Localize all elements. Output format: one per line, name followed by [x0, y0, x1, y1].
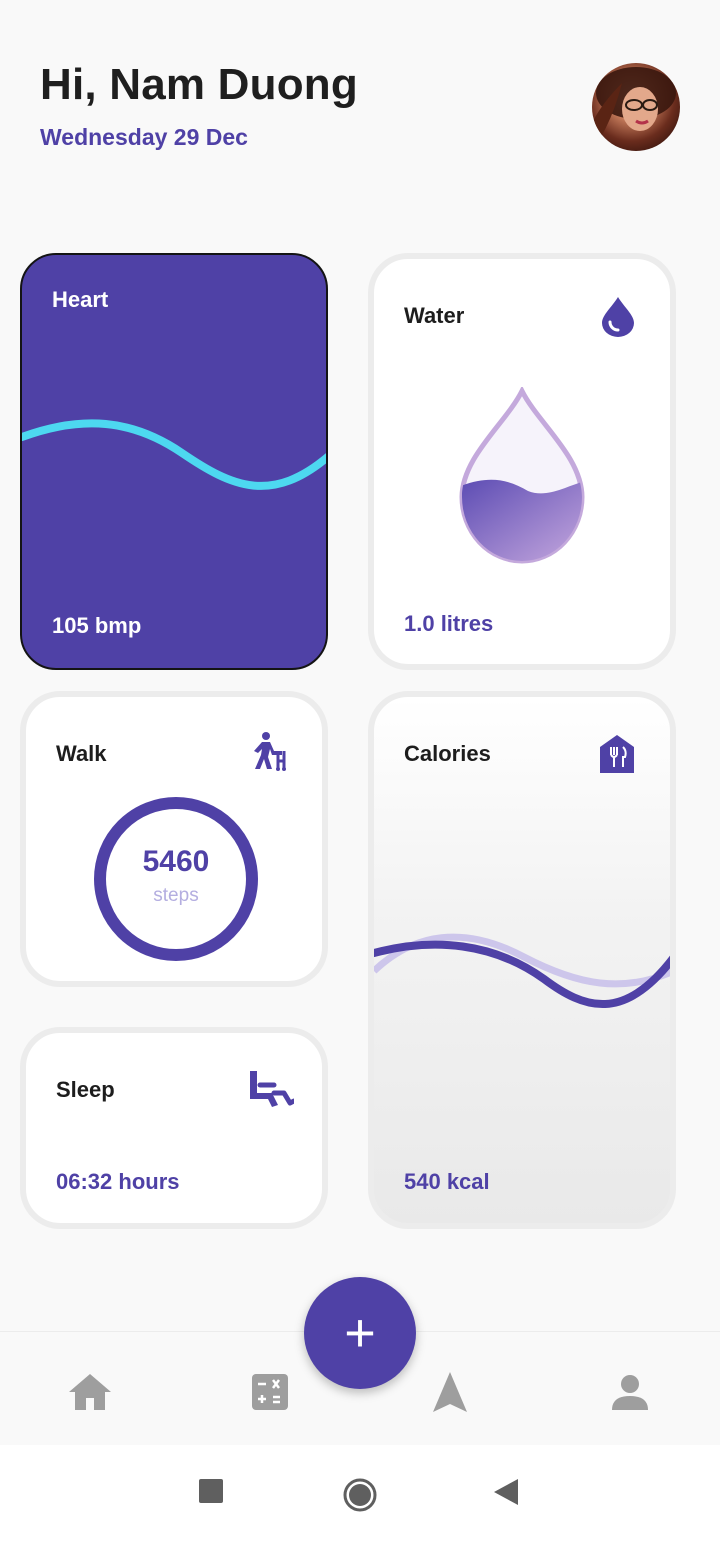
- avatar[interactable]: [592, 63, 680, 151]
- greeting-title: Hi, Nam Duong: [40, 60, 358, 109]
- nav-profile[interactable]: [608, 1370, 652, 1414]
- avatar-photo: [592, 67, 676, 151]
- nav-navigation[interactable]: [428, 1370, 472, 1414]
- heart-value: 105 bmp: [52, 613, 142, 638]
- water-level-drop: [459, 387, 585, 564]
- water-value: 1.0 litres: [404, 611, 494, 636]
- nav-home[interactable]: [68, 1370, 112, 1414]
- water-title: Water: [404, 303, 465, 328]
- water-card[interactable]: Water 1.0 litres: [368, 253, 676, 670]
- home-icon: [69, 1374, 111, 1410]
- date-label: Wednesday 29 Dec: [40, 124, 248, 150]
- calculator-icon: [252, 1374, 288, 1410]
- sleep-card[interactable]: Sleep 06:32 hours: [20, 1027, 328, 1229]
- heart-rate-wave: [22, 419, 326, 490]
- calories-title: Calories: [404, 741, 491, 766]
- water-drop-icon: [602, 297, 634, 337]
- home-circle-icon[interactable]: [342, 1477, 378, 1513]
- sleep-title: Sleep: [56, 1077, 115, 1102]
- restaurant-icon: [600, 735, 634, 773]
- heart-title: Heart: [52, 287, 109, 312]
- steps-label: steps: [153, 885, 199, 906]
- walk-card[interactable]: Walk 5460 steps: [20, 691, 328, 987]
- navigation-arrow-icon: [433, 1372, 467, 1412]
- seat-recline-icon: [250, 1071, 294, 1107]
- steps-progress-ring: 5460 steps: [94, 797, 258, 961]
- add-button[interactable]: +: [304, 1277, 416, 1389]
- heart-card[interactable]: Heart 105 bmp: [20, 253, 328, 670]
- system-nav-bar: [0, 1445, 720, 1541]
- calories-wave: [374, 933, 670, 1008]
- person-icon: [612, 1375, 648, 1410]
- calories-card[interactable]: Calories 540 kcal: [368, 691, 676, 1229]
- back-icon[interactable]: [494, 1479, 518, 1505]
- nav-calculator[interactable]: [248, 1370, 292, 1414]
- calories-value: 540 kcal: [404, 1169, 490, 1194]
- walk-title: Walk: [56, 741, 107, 766]
- walker-icon: [254, 732, 286, 771]
- recents-icon[interactable]: [199, 1479, 223, 1503]
- sleep-value: 06:32 hours: [56, 1169, 180, 1194]
- steps-count: 5460: [142, 845, 210, 878]
